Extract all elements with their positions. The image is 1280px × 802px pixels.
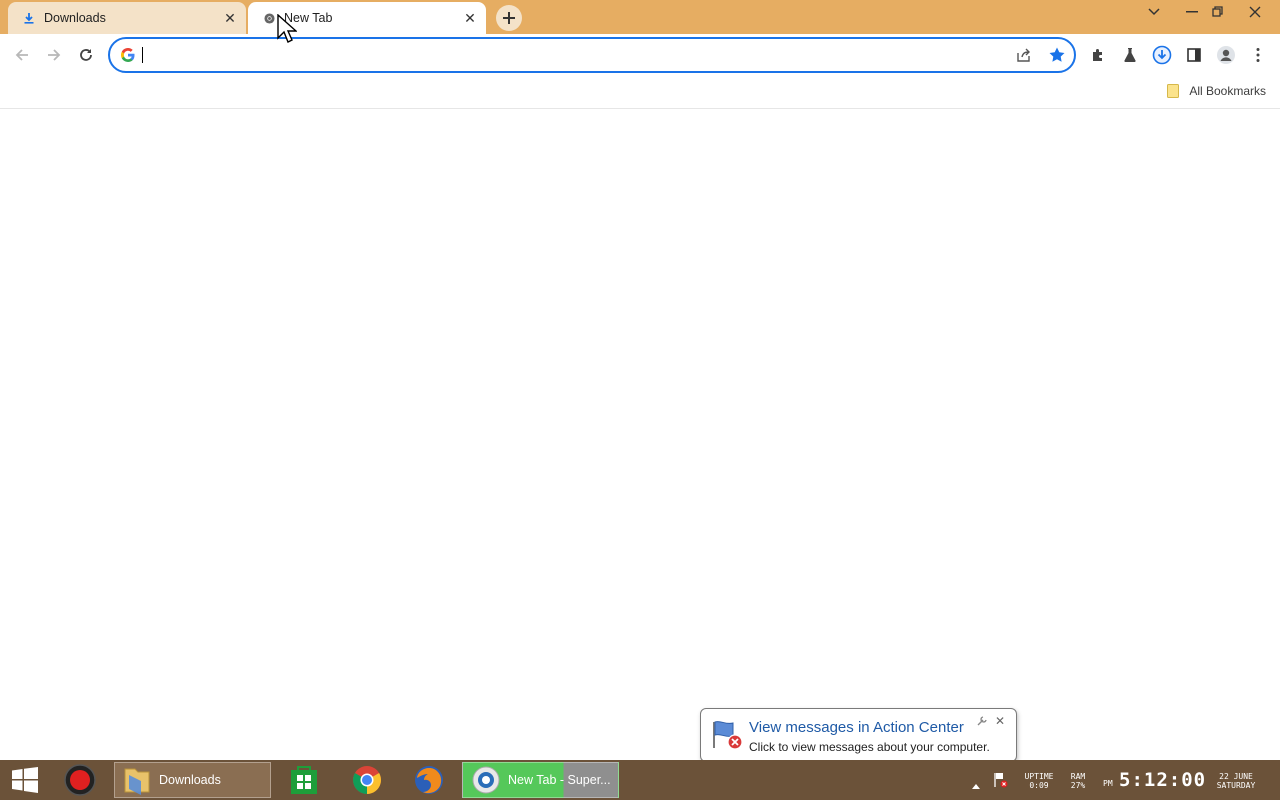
clock-day: SATURDAY bbox=[1216, 781, 1256, 790]
show-hidden-icons-button[interactable] bbox=[972, 776, 980, 794]
action-center-flag-icon bbox=[711, 719, 745, 751]
tab-title: Downloads bbox=[44, 11, 106, 25]
uptime-widget: UPTIME 0:09 bbox=[1021, 772, 1057, 790]
arrow-right-icon bbox=[48, 49, 61, 61]
address-bar[interactable] bbox=[108, 37, 1076, 73]
star-icon[interactable] bbox=[1048, 46, 1066, 69]
chrome-icon[interactable] bbox=[351, 764, 383, 796]
taskbar-browser-window[interactable]: New Tab - Super... bbox=[462, 762, 619, 798]
plus-icon bbox=[503, 12, 515, 24]
browser-app-icon bbox=[471, 765, 501, 795]
download-circle-icon bbox=[1152, 45, 1172, 65]
action-center-tray-icon[interactable] bbox=[994, 772, 1008, 793]
close-window-button[interactable] bbox=[1235, 0, 1275, 24]
clock-ampm: PM bbox=[1103, 779, 1113, 788]
side-panel-button[interactable] bbox=[1182, 43, 1206, 67]
all-bookmarks-label: All Bookmarks bbox=[1189, 84, 1266, 98]
chevron-down-icon bbox=[1148, 8, 1160, 16]
download-icon bbox=[22, 11, 36, 25]
tab-search-button[interactable] bbox=[1134, 0, 1174, 24]
chevron-up-icon bbox=[972, 784, 980, 789]
uptime-value: 0:09 bbox=[1029, 781, 1049, 790]
restore-button[interactable] bbox=[1198, 0, 1238, 24]
close-icon[interactable]: ✕ bbox=[994, 715, 1006, 727]
close-icon bbox=[1249, 6, 1261, 18]
wrench-icon[interactable] bbox=[976, 715, 988, 727]
reload-button[interactable] bbox=[74, 43, 98, 67]
minimize-icon bbox=[1186, 11, 1198, 13]
taskbar-app-label: New Tab - Super... bbox=[508, 773, 611, 787]
taskbar-file-explorer[interactable]: Downloads bbox=[114, 762, 271, 798]
folder-icon bbox=[1167, 84, 1180, 98]
clock-date-widget[interactable]: 22 JUNE SATURDAY bbox=[1204, 772, 1268, 790]
omnibox-input[interactable] bbox=[140, 45, 1004, 67]
ram-value: 27% bbox=[1070, 781, 1086, 790]
avatar-icon bbox=[1217, 46, 1235, 64]
bookmarks-bar bbox=[0, 76, 1280, 109]
share-icon[interactable] bbox=[1016, 47, 1032, 68]
extensions-button[interactable] bbox=[1086, 43, 1110, 67]
forward-button[interactable] bbox=[42, 43, 66, 67]
arrow-left-icon bbox=[15, 49, 28, 61]
ram-label: RAM bbox=[1070, 772, 1086, 781]
google-icon bbox=[120, 47, 136, 68]
start-button[interactable] bbox=[8, 764, 42, 796]
uptime-label: UPTIME bbox=[1024, 772, 1054, 781]
back-button[interactable] bbox=[10, 43, 34, 67]
ram-widget: RAM 27% bbox=[1064, 772, 1092, 790]
side-panel-icon bbox=[1187, 48, 1201, 62]
new-tab-button[interactable] bbox=[496, 5, 522, 31]
restore-icon bbox=[1212, 6, 1223, 17]
labs-button[interactable] bbox=[1118, 43, 1142, 67]
notification-text: Click to view messages about your comput… bbox=[749, 740, 990, 754]
text-caret bbox=[142, 47, 143, 63]
mouse-cursor-icon bbox=[277, 13, 298, 49]
reload-icon bbox=[80, 49, 92, 61]
kebab-menu-icon bbox=[1256, 48, 1260, 62]
windows-logo-icon bbox=[12, 767, 38, 793]
close-icon[interactable]: ✕ bbox=[222, 10, 238, 26]
flask-icon bbox=[1124, 48, 1136, 62]
all-bookmarks-button[interactable]: All Bookmarks bbox=[1167, 82, 1266, 100]
store-icon[interactable] bbox=[288, 764, 320, 796]
downloads-button[interactable] bbox=[1150, 43, 1174, 67]
tab-title: New Tab bbox=[284, 11, 333, 25]
taskbar-app-label: Downloads bbox=[159, 773, 221, 787]
chrome-icon bbox=[262, 11, 276, 25]
clock-time[interactable]: 5:12:00 bbox=[1119, 769, 1206, 791]
folder-icon bbox=[123, 765, 151, 795]
record-icon[interactable] bbox=[63, 763, 97, 797]
action-center-notification[interactable]: View messages in Action Center Click to … bbox=[700, 708, 1017, 762]
close-icon[interactable]: ✕ bbox=[462, 10, 478, 26]
clock-date: 22 JUNE bbox=[1219, 772, 1253, 781]
notification-title: View messages in Action Center bbox=[749, 719, 964, 736]
firefox-icon[interactable] bbox=[413, 764, 445, 796]
tab-downloads[interactable]: Downloads ✕ bbox=[8, 2, 246, 34]
menu-button[interactable] bbox=[1246, 43, 1270, 67]
profile-button[interactable] bbox=[1214, 43, 1238, 67]
puzzle-icon bbox=[1093, 49, 1102, 61]
